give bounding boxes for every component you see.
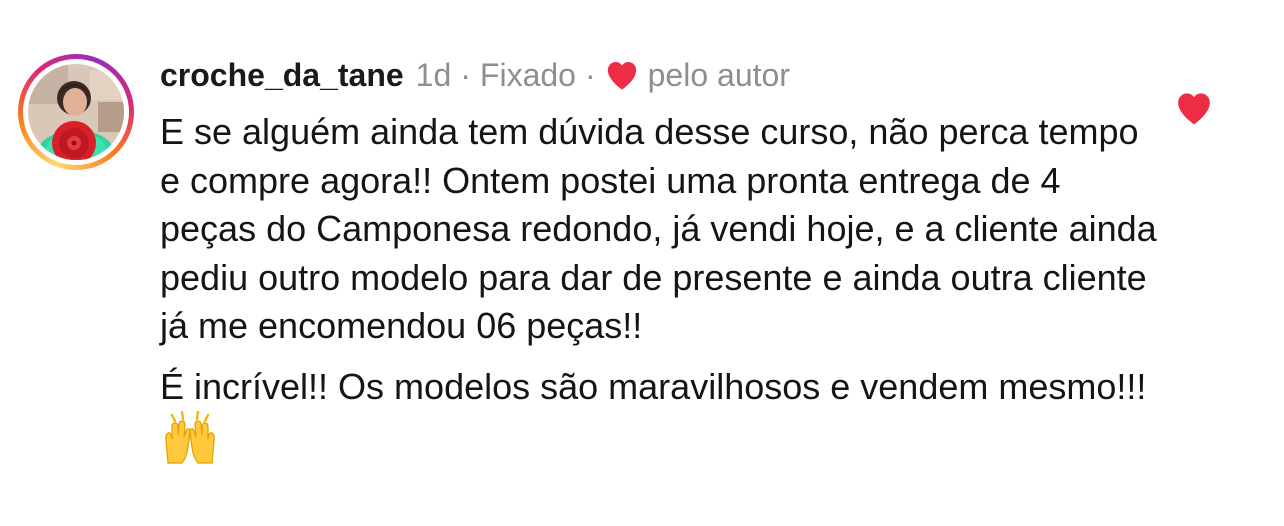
username[interactable]: croche_da_tane [160, 52, 404, 98]
avatar[interactable] [28, 64, 124, 160]
comment: croche_da_tane 1d · Fixado · pelo autor … [0, 0, 1284, 526]
raising-hands-emoji-icon [165, 411, 215, 464]
comment-meta: croche_da_tane 1d · Fixado · pelo autor [160, 52, 1160, 98]
avatar-story-ring[interactable] [18, 54, 134, 170]
comment-paragraph-1: E se alguém ainda tem dúvida desse curso… [160, 111, 1157, 346]
meta-separator: · [584, 57, 596, 93]
comment-paragraph-2-text: É incrível!! Os modelos são maravilhosos… [160, 365, 1147, 407]
comment-paragraph-2: É incrível!! Os modelos são maravilhosos… [160, 363, 1160, 466]
like-heart-icon[interactable] [1175, 90, 1213, 126]
liked-by-author-label: pelo autor [647, 57, 790, 93]
avatar-photo [28, 64, 124, 160]
meta-separator: · [460, 57, 471, 93]
comment-text: E se alguém ainda tem dúvida desse curso… [160, 108, 1160, 466]
pinned-label: Fixado [479, 57, 576, 93]
comment-time: 1d [415, 57, 452, 93]
author-heart-icon [607, 61, 636, 90]
comment-content: croche_da_tane 1d · Fixado · pelo autor … [160, 52, 1160, 466]
avatar-ring-gap [23, 59, 129, 165]
